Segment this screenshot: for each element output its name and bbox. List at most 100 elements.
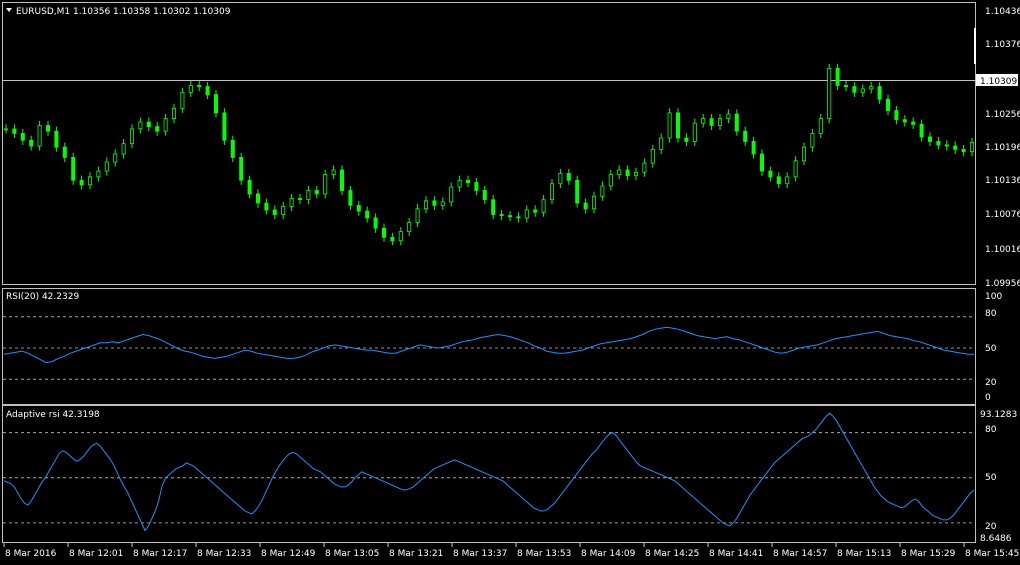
time-tick-label: 8 Mar 14:57 (773, 549, 827, 559)
candle-body (230, 139, 235, 158)
candle-body (255, 193, 260, 204)
candle-body (12, 128, 17, 134)
candle-body (944, 144, 949, 147)
candle-body (583, 202, 588, 210)
time-axis: 8 Mar 2016 8 Mar 12:01 8 Mar 12:17 8 Mar 12… (3, 542, 1019, 559)
rsi-panel-header: RSI(20) 42.2329 (6, 292, 79, 302)
candle-body (71, 156, 76, 181)
candle-body (356, 204, 361, 212)
candle-body (482, 190, 487, 201)
candle-body (852, 86, 857, 93)
candle-body (272, 209, 277, 215)
candle-body (331, 169, 336, 175)
rsi-levels (3, 316, 975, 380)
adaptive-rsi-line (3, 412, 975, 532)
candle-body (793, 160, 798, 178)
candle-body (558, 172, 563, 185)
terminal-chart-window[interactable]: EURUSD,M1 1.10356 1.10358 1.10302 1.1030… (0, 0, 1020, 565)
candle-body (936, 140, 941, 146)
candle-body (205, 86, 210, 95)
candle-body (894, 110, 899, 121)
time-tick-label: 8 Mar 13:53 (517, 549, 571, 559)
adaptive-rsi-tick: 50 (985, 473, 997, 483)
time-tick-label: 8 Mar 13:05 (325, 549, 379, 559)
candle-body (760, 153, 765, 172)
candle-body (491, 199, 496, 215)
candle-body (776, 176, 781, 185)
candle-body (726, 113, 731, 119)
time-tick-label: 8 Mar 12:33 (197, 549, 251, 559)
candle-body (550, 183, 555, 201)
candle-body (701, 118, 706, 124)
candle-body (180, 91, 185, 109)
candle-body (541, 199, 546, 213)
candle-body (877, 86, 882, 100)
candle-body (692, 122, 697, 142)
candle-body (407, 222, 412, 233)
candle-body (785, 176, 790, 185)
candle-body (835, 68, 840, 86)
candle-body (314, 190, 319, 195)
candle-body (953, 145, 958, 150)
candle-body (566, 172, 571, 181)
rsi-line (3, 326, 974, 364)
candle-body (197, 85, 202, 88)
time-tick-label: 8 Mar 13:21 (389, 549, 443, 559)
candle-body (575, 179, 580, 204)
candlestick-series (4, 63, 975, 246)
time-tick-label: 8 Mar 13:37 (453, 549, 507, 559)
time-tick-label: 8 Mar 14:09 (581, 549, 636, 559)
candle-body (928, 136, 933, 142)
candle-body (138, 121, 143, 130)
price-tick: 1.10196 (985, 143, 1020, 153)
candle-body (365, 210, 370, 219)
rsi-tick: 20 (985, 378, 997, 388)
candle-body (96, 170, 101, 178)
rsi-tick: 0 (985, 393, 991, 403)
candle-body (415, 208, 420, 223)
candle-body (970, 142, 975, 153)
candle-body (608, 174, 613, 187)
candle-body (297, 198, 302, 201)
candle-body (751, 140, 756, 155)
candle-body (734, 113, 739, 132)
candle-body (432, 200, 437, 206)
candle-body (600, 185, 605, 197)
time-tick-label: 8 Mar 14:25 (645, 549, 699, 559)
price-axis: 1.10436 1.10376 1.10256 1.10196 1.10136 … (985, 7, 1020, 289)
price-tick: 1.10256 (985, 110, 1020, 120)
rsi-panel-frame (2, 288, 976, 405)
candle-body (474, 182, 479, 191)
time-tick-label: 8 Mar 14:41 (709, 549, 763, 559)
adaptive-rsi-tick: 20 (985, 522, 997, 532)
candle-body (163, 118, 168, 132)
price-tick: 1.10016 (985, 245, 1020, 255)
collapse-arrow-icon[interactable] (6, 8, 12, 12)
time-tick-label: 8 Mar 2016 (5, 549, 57, 559)
candle-body (676, 112, 681, 139)
candle-body (339, 169, 344, 191)
candle-body (667, 112, 672, 139)
candle-body (37, 125, 42, 147)
candle-body (390, 236, 395, 242)
candle-body (650, 148, 655, 164)
price-tick: 1.10376 (985, 40, 1020, 50)
candle-body (88, 176, 93, 186)
candle-body (29, 139, 34, 147)
candle-body (247, 179, 252, 195)
candle-body (592, 195, 597, 210)
candle-body (961, 148, 966, 153)
candle-body (440, 201, 445, 206)
adaptive-rsi-levels (3, 432, 975, 524)
adaptive-rsi-tick: 8.6486 (980, 534, 1012, 544)
time-tick-label: 8 Mar 15:13 (837, 549, 891, 559)
candle-body (810, 132, 815, 148)
candle-body (289, 198, 294, 207)
candle-body (886, 98, 891, 111)
candle-body (121, 143, 126, 155)
candle-body (827, 68, 832, 120)
candle-body (465, 179, 470, 184)
time-tick-label: 8 Mar 12:17 (133, 549, 187, 559)
candle-body (684, 137, 689, 142)
candle-body (533, 209, 538, 213)
